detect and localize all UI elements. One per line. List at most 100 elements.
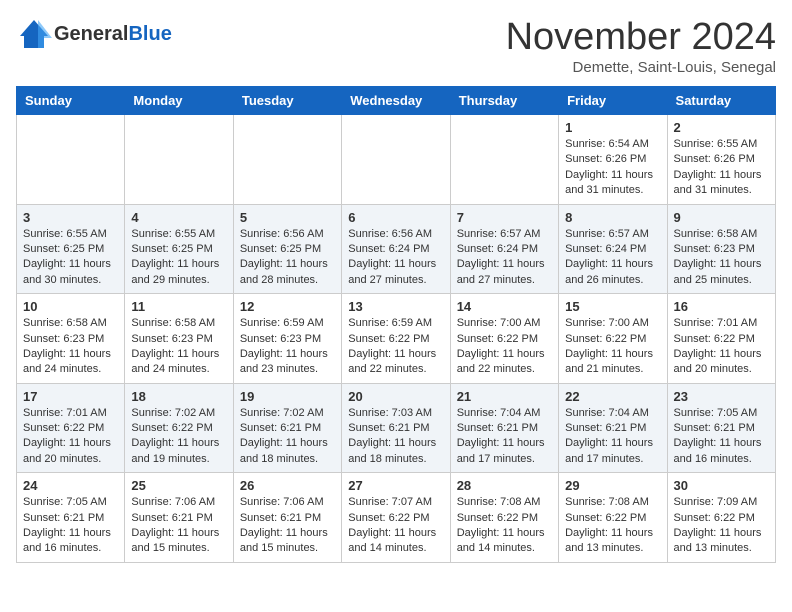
calendar-cell: 4 Sunrise: 6:55 AMSunset: 6:25 PMDaylight…: [125, 204, 233, 294]
calendar-cell: 25Sunrise: 7:06 AMSunset: 6:21 PMDayligh…: [125, 473, 233, 563]
location: Demette, Saint-Louis, Senegal: [506, 59, 776, 76]
day-of-week-header: Monday: [125, 87, 233, 115]
calendar-cell: 8Sunrise: 6:57 AMSunset: 6:24 PMDaylight…: [559, 204, 667, 294]
day-info: Sunrise: 7:08 AMSunset: 6:22 PMDaylight:…: [457, 495, 552, 557]
day-number: 25: [131, 478, 226, 493]
day-info: Sunrise: 6:58 AMSunset: 6:23 PMDaylight:…: [23, 316, 118, 378]
title-block: November 2024 Demette, Saint-Louis, Sene…: [506, 16, 776, 76]
calendar-cell: 26 Sunrise: 7:06 AMSunset: 6:21 PMDayligh…: [233, 473, 341, 563]
day-info: Sunrise: 7:03 AMSunset: 6:21 PMDaylight:…: [348, 406, 443, 468]
logo: GeneralBlue: [16, 16, 172, 52]
logo-general: General: [54, 23, 128, 45]
day-info: Sunrise: 6:58 AMSunset: 6:23 PMDaylight:…: [674, 227, 769, 289]
day-number: 28: [457, 478, 552, 493]
calendar-cell: 14 Sunrise: 7:00 AMSunset: 6:22 PMDayligh…: [450, 294, 558, 384]
day-of-week-header: Thursday: [450, 87, 558, 115]
day-number: 14: [457, 299, 552, 314]
day-number: 13: [348, 299, 443, 314]
day-number: 2: [674, 120, 769, 135]
day-info: Sunrise: 7:04 AMSunset: 6:21 PMDaylight:…: [457, 406, 552, 468]
calendar-cell: 27Sunrise: 7:07 AMSunset: 6:22 PMDayligh…: [342, 473, 450, 563]
day-info: Sunrise: 7:09 AMSunset: 6:22 PMDaylight:…: [674, 495, 769, 557]
day-number: 9: [674, 210, 769, 225]
calendar-cell: 15 Sunrise: 7:00 AMSunset: 6:22 PMDayligh…: [559, 294, 667, 384]
calendar-cell: [17, 115, 125, 205]
day-number: 15: [565, 299, 660, 314]
day-number: 26: [240, 478, 335, 493]
calendar-cell: [450, 115, 558, 205]
day-info: Sunrise: 6:56 AMSunset: 6:24 PMDaylight:…: [348, 227, 443, 289]
page-header: GeneralBlue November 2024 Demette, Saint…: [16, 16, 776, 76]
day-info: Sunrise: 6:59 AMSunset: 6:23 PMDaylight:…: [240, 316, 335, 378]
day-info: Sunrise: 7:00 AMSunset: 6:22 PMDaylight:…: [457, 316, 552, 378]
day-info: Sunrise: 7:01 AMSunset: 6:22 PMDaylight:…: [23, 406, 118, 468]
day-info: Sunrise: 7:06 AMSunset: 6:21 PMDaylight:…: [240, 495, 335, 557]
day-number: 12: [240, 299, 335, 314]
calendar-cell: 9 Sunrise: 6:58 AMSunset: 6:23 PMDaylight…: [667, 204, 775, 294]
day-info: Sunrise: 7:02 AMSunset: 6:22 PMDaylight:…: [131, 406, 226, 468]
calendar-week-row: 24 Sunrise: 7:05 AMSunset: 6:21 PMDayligh…: [17, 473, 776, 563]
day-number: 6: [348, 210, 443, 225]
day-info: Sunrise: 6:55 AMSunset: 6:25 PMDaylight:…: [23, 227, 118, 289]
calendar-cell: 13 Sunrise: 6:59 AMSunset: 6:22 PMDayligh…: [342, 294, 450, 384]
calendar-cell: 1 Sunrise: 6:54 AMSunset: 6:26 PMDaylight…: [559, 115, 667, 205]
day-of-week-header: Friday: [559, 87, 667, 115]
calendar-cell: 19Sunrise: 7:02 AMSunset: 6:21 PMDayligh…: [233, 383, 341, 473]
day-of-week-header: Sunday: [17, 87, 125, 115]
day-number: 20: [348, 389, 443, 404]
day-number: 10: [23, 299, 118, 314]
day-info: Sunrise: 6:56 AMSunset: 6:25 PMDaylight:…: [240, 227, 335, 289]
calendar-cell: 10 Sunrise: 6:58 AMSunset: 6:23 PMDayligh…: [17, 294, 125, 384]
calendar-cell: 23 Sunrise: 7:05 AMSunset: 6:21 PMDayligh…: [667, 383, 775, 473]
calendar-cell: 29 Sunrise: 7:08 AMSunset: 6:22 PMDayligh…: [559, 473, 667, 563]
calendar-cell: 18 Sunrise: 7:02 AMSunset: 6:22 PMDayligh…: [125, 383, 233, 473]
calendar-cell: 3 Sunrise: 6:55 AMSunset: 6:25 PMDaylight…: [17, 204, 125, 294]
day-number: 4: [131, 210, 226, 225]
day-info: Sunrise: 7:05 AMSunset: 6:21 PMDaylight:…: [674, 406, 769, 468]
calendar-cell: 24 Sunrise: 7:05 AMSunset: 6:21 PMDayligh…: [17, 473, 125, 563]
day-number: 19: [240, 389, 335, 404]
day-info: Sunrise: 6:57 AMSunset: 6:24 PMDaylight:…: [565, 227, 660, 289]
day-number: 24: [23, 478, 118, 493]
calendar-cell: 22Sunrise: 7:04 AMSunset: 6:21 PMDayligh…: [559, 383, 667, 473]
day-number: 17: [23, 389, 118, 404]
calendar-week-row: 3 Sunrise: 6:55 AMSunset: 6:25 PMDaylight…: [17, 204, 776, 294]
calendar-cell: 2 Sunrise: 6:55 AMSunset: 6:26 PMDaylight…: [667, 115, 775, 205]
calendar-table: SundayMondayTuesdayWednesdayThursdayFrid…: [16, 86, 776, 563]
calendar-week-row: 10 Sunrise: 6:58 AMSunset: 6:23 PMDayligh…: [17, 294, 776, 384]
day-number: 27: [348, 478, 443, 493]
day-number: 29: [565, 478, 660, 493]
calendar-week-row: 17 Sunrise: 7:01 AMSunset: 6:22 PMDayligh…: [17, 383, 776, 473]
calendar-week-row: 1 Sunrise: 6:54 AMSunset: 6:26 PMDaylight…: [17, 115, 776, 205]
calendar-header-row: SundayMondayTuesdayWednesdayThursdayFrid…: [17, 87, 776, 115]
day-info: Sunrise: 6:59 AMSunset: 6:22 PMDaylight:…: [348, 316, 443, 378]
day-info: Sunrise: 7:01 AMSunset: 6:22 PMDaylight:…: [674, 316, 769, 378]
calendar-cell: 16 Sunrise: 7:01 AMSunset: 6:22 PMDayligh…: [667, 294, 775, 384]
day-info: Sunrise: 7:08 AMSunset: 6:22 PMDaylight:…: [565, 495, 660, 557]
day-number: 11: [131, 299, 226, 314]
calendar-cell: 11 Sunrise: 6:58 AMSunset: 6:23 PMDayligh…: [125, 294, 233, 384]
day-number: 7: [457, 210, 552, 225]
calendar-cell: 6 Sunrise: 6:56 AMSunset: 6:24 PMDaylight…: [342, 204, 450, 294]
day-info: Sunrise: 7:05 AMSunset: 6:21 PMDaylight:…: [23, 495, 118, 557]
calendar-cell: 12 Sunrise: 6:59 AMSunset: 6:23 PMDayligh…: [233, 294, 341, 384]
calendar-cell: 20 Sunrise: 7:03 AMSunset: 6:21 PMDayligh…: [342, 383, 450, 473]
day-info: Sunrise: 7:04 AMSunset: 6:21 PMDaylight:…: [565, 406, 660, 468]
day-info: Sunrise: 6:55 AMSunset: 6:26 PMDaylight:…: [674, 137, 769, 199]
day-info: Sunrise: 6:54 AMSunset: 6:26 PMDaylight:…: [565, 137, 660, 199]
calendar-cell: [342, 115, 450, 205]
day-of-week-header: Tuesday: [233, 87, 341, 115]
day-info: Sunrise: 7:00 AMSunset: 6:22 PMDaylight:…: [565, 316, 660, 378]
day-number: 1: [565, 120, 660, 135]
day-number: 23: [674, 389, 769, 404]
day-of-week-header: Saturday: [667, 87, 775, 115]
calendar-cell: 28 Sunrise: 7:08 AMSunset: 6:22 PMDayligh…: [450, 473, 558, 563]
calendar-cell: 5Sunrise: 6:56 AMSunset: 6:25 PMDaylight…: [233, 204, 341, 294]
day-number: 16: [674, 299, 769, 314]
day-of-week-header: Wednesday: [342, 87, 450, 115]
day-info: Sunrise: 6:57 AMSunset: 6:24 PMDaylight:…: [457, 227, 552, 289]
day-number: 3: [23, 210, 118, 225]
day-info: Sunrise: 6:58 AMSunset: 6:23 PMDaylight:…: [131, 316, 226, 378]
day-info: Sunrise: 6:55 AMSunset: 6:25 PMDaylight:…: [131, 227, 226, 289]
day-number: 18: [131, 389, 226, 404]
